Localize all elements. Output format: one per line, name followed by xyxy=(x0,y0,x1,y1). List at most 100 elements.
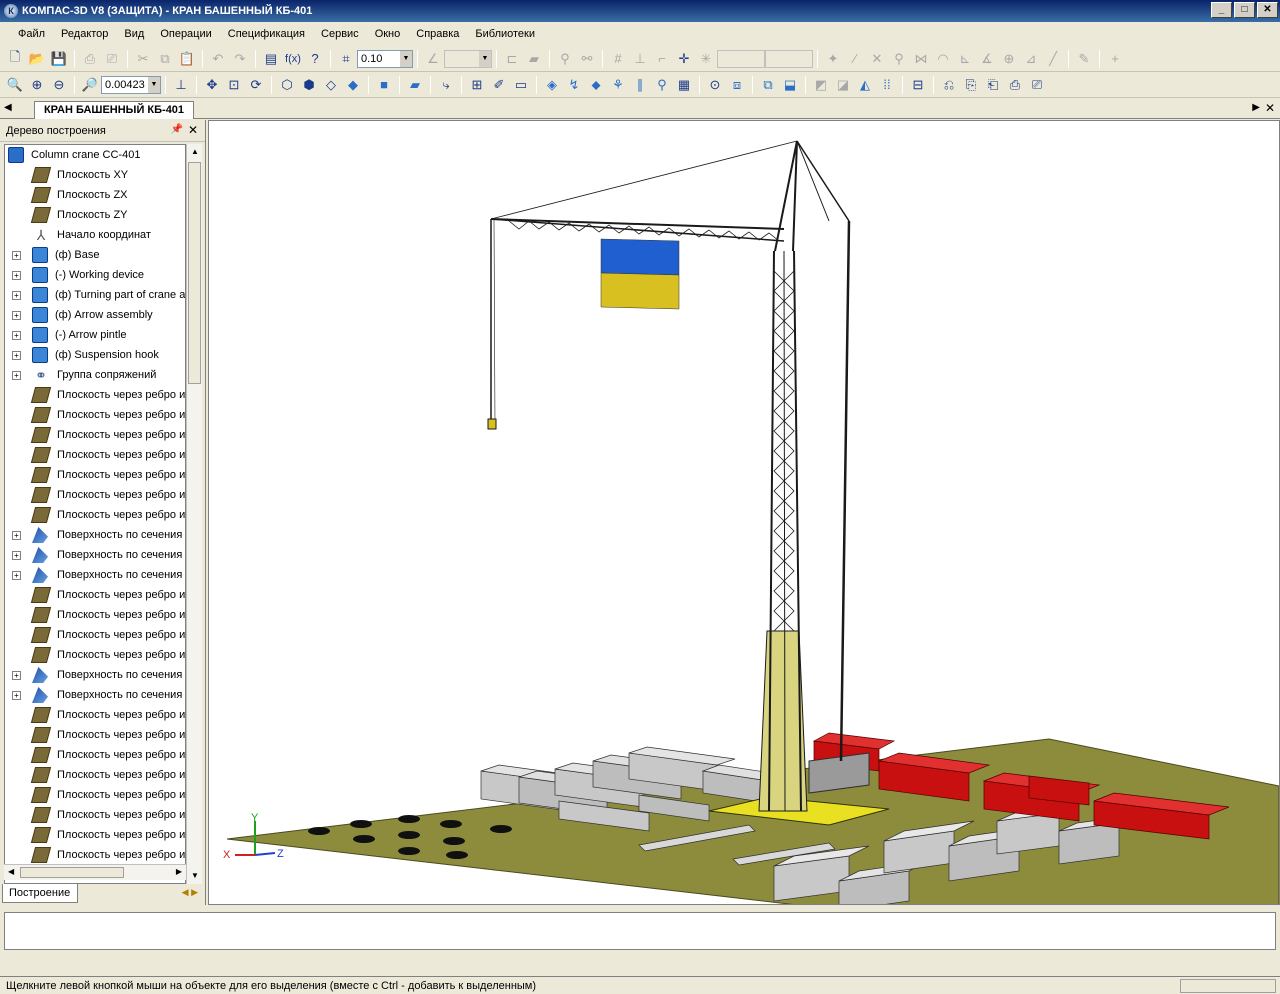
snap-center-icon[interactable]: ✳ xyxy=(695,48,717,70)
tree-item[interactable]: + Поверхность по сечения xyxy=(5,545,185,565)
tree-item[interactable]: Плоскость через ребро и xyxy=(5,425,185,445)
zoom-scale-icon[interactable]: 🔎 xyxy=(79,74,101,96)
menu-file[interactable]: Файл xyxy=(10,28,53,40)
tree-item[interactable]: ⅄ Начало координат xyxy=(5,225,185,245)
shell-icon[interactable]: ◭ xyxy=(854,74,876,96)
expand-plus-icon[interactable]: + xyxy=(12,270,21,280)
tree-item[interactable]: + (ф) Suspension hook xyxy=(5,345,185,365)
array-icon[interactable]: ⧈ xyxy=(726,74,748,96)
shaded-edges-icon[interactable]: ■ xyxy=(373,74,395,96)
mate-parallel-icon[interactable]: ∥ xyxy=(629,74,651,96)
tree-item[interactable]: Плоскость через ребро и xyxy=(5,845,185,865)
tree-item[interactable]: Плоскость ZY xyxy=(5,205,185,225)
grid-snap-icon[interactable]: ⌗ xyxy=(335,48,357,70)
tree-item[interactable]: Плоскость через ребро и xyxy=(5,605,185,625)
tree-item[interactable]: + Поверхность по сечения xyxy=(5,685,185,705)
snap-mid-icon[interactable]: ✕ xyxy=(866,48,888,70)
menu-specification[interactable]: Спецификация xyxy=(220,28,313,40)
zoom-combo[interactable]: 0.00423 ▼ xyxy=(101,75,161,94)
shaded-icon[interactable]: ◆ xyxy=(342,74,364,96)
component-from-file-icon[interactable]: ✐ xyxy=(488,74,510,96)
chamfer-icon[interactable]: ◪ xyxy=(832,74,854,96)
angle-snap-icon[interactable]: ∠ xyxy=(422,48,444,70)
show-all-icon[interactable]: ⊡ xyxy=(223,74,245,96)
undo-icon[interactable]: ↶ xyxy=(207,48,229,70)
spec-object-icon[interactable]: ⊟ xyxy=(907,74,929,96)
expand-plus-icon[interactable]: + xyxy=(12,370,21,380)
menu-window[interactable]: Окно xyxy=(367,28,409,40)
crane-tower[interactable] xyxy=(758,140,851,812)
tree-view[interactable]: Column crane CC-401 Плоскость XY Плоскость… xyxy=(4,144,186,884)
menu-service[interactable]: Сервис xyxy=(313,28,367,40)
menu-operations[interactable]: Операции xyxy=(152,28,219,40)
hole-icon[interactable]: ⊙ xyxy=(704,74,726,96)
move-component-icon[interactable]: ↯ xyxy=(563,74,585,96)
step-combo[interactable]: 0.10 ▼ xyxy=(357,49,413,68)
scroll-left-icon[interactable]: ◀ xyxy=(8,867,14,876)
tree-item[interactable]: + (-) Working device xyxy=(5,265,185,285)
maximize-button[interactable]: □ xyxy=(1234,2,1255,18)
chevron-down-icon[interactable]: ▼ xyxy=(148,76,160,93)
measure-icon[interactable]: ⚲ xyxy=(554,48,576,70)
tree-item[interactable]: Плоскость через ребро и xyxy=(5,805,185,825)
zoom-in-icon[interactable]: ⊕ xyxy=(26,74,48,96)
spec-copy-icon[interactable]: ⎙ xyxy=(1004,74,1026,96)
tree-item[interactable]: + (ф) Turning part of crane a xyxy=(5,285,185,305)
tree-item[interactable]: Плоскость ZX xyxy=(5,185,185,205)
edit-component-icon[interactable]: ⊞ xyxy=(466,74,488,96)
scroll-thumb-horizontal[interactable] xyxy=(20,867,124,878)
zoom-out-icon[interactable]: ⊖ xyxy=(48,74,70,96)
tree-item[interactable]: Плоскость через ребро и xyxy=(5,765,185,785)
tree-item[interactable]: + Поверхность по сечения xyxy=(5,665,185,685)
copy-icon[interactable]: ⧉ xyxy=(154,48,176,70)
coord-y-field[interactable] xyxy=(765,49,813,68)
tree-item[interactable]: + (ф) Arrow assembly xyxy=(5,305,185,325)
mirror-icon[interactable]: ⧉ xyxy=(757,74,779,96)
menu-help[interactable]: Справка xyxy=(408,28,467,40)
snap-line-icon[interactable]: ╱ xyxy=(1042,48,1064,70)
fillet-icon[interactable]: ◩ xyxy=(810,74,832,96)
redo-icon[interactable]: ↷ xyxy=(229,48,251,70)
tree-item[interactable]: Плоскость через ребро и xyxy=(5,785,185,805)
orientation-icon[interactable]: ⊥ xyxy=(170,74,192,96)
scroll-up-icon[interactable]: ▲ xyxy=(187,144,203,160)
pattern-grid-icon[interactable]: ⁞⁞ xyxy=(876,74,898,96)
mate-coincident-icon[interactable]: ⚘ xyxy=(607,74,629,96)
chevron-down-icon[interactable]: ▼ xyxy=(400,50,412,67)
pen-icon[interactable]: ✎ xyxy=(1073,48,1095,70)
snap-align-icon[interactable]: ⊿ xyxy=(1020,48,1042,70)
tree-item[interactable]: + (ф) Base xyxy=(5,245,185,265)
snap-end-icon[interactable]: ⁄ xyxy=(844,48,866,70)
tree-item[interactable]: Плоскость через ребро и xyxy=(5,645,185,665)
help-pointer-icon[interactable]: ? xyxy=(304,48,326,70)
snap-normal-icon[interactable]: ⊾ xyxy=(954,48,976,70)
sketch-icon[interactable]: ⊏ xyxy=(501,48,523,70)
scroll-right-icon[interactable]: ▶ xyxy=(176,867,182,876)
chevron-down-icon[interactable]: ▼ xyxy=(479,50,491,67)
snap-nearest-icon[interactable]: ✦ xyxy=(822,48,844,70)
model-viewport[interactable]: Y X Z xyxy=(208,120,1280,905)
variables-fx-icon[interactable]: f(x) xyxy=(282,48,304,70)
mate-filter-icon[interactable]: ⚲ xyxy=(651,74,673,96)
thin-lines-icon[interactable]: ◇ xyxy=(320,74,342,96)
hidden-lines-icon[interactable]: ⬢ xyxy=(298,74,320,96)
close-panel-icon[interactable]: ✕ xyxy=(188,123,198,137)
rotate-icon[interactable]: ⟳ xyxy=(245,74,267,96)
extrude-icon[interactable]: ▰ xyxy=(523,48,545,70)
snap-point-icon[interactable]: ✛ xyxy=(673,48,695,70)
menu-editor[interactable]: Редактор xyxy=(53,28,116,40)
tab-scroll-right-icon[interactable]: ▶ xyxy=(1252,102,1260,113)
zoom-window-icon[interactable]: 🔍 xyxy=(4,74,26,96)
tree-item[interactable]: Плоскость через ребро и xyxy=(5,725,185,745)
tree-item[interactable]: + Поверхность по сечения xyxy=(5,565,185,585)
mate-list-icon[interactable]: ▦ xyxy=(673,74,695,96)
expand-plus-icon[interactable]: + xyxy=(12,330,21,340)
wireframe-icon[interactable]: ⬡ xyxy=(276,74,298,96)
print-preview-icon[interactable]: ⎚ xyxy=(101,48,123,70)
rotate-component-icon[interactable]: ⬥ xyxy=(585,74,607,96)
edit-spec-icon[interactable]: ⎌ xyxy=(938,74,960,96)
tree-item[interactable]: Плоскость через ребро и xyxy=(5,585,185,605)
tree-item[interactable]: Плоскость через ребро и xyxy=(5,745,185,765)
spec-doc-icon[interactable]: ⎘ xyxy=(960,74,982,96)
tree-item[interactable]: Плоскость через ребро и xyxy=(5,405,185,425)
